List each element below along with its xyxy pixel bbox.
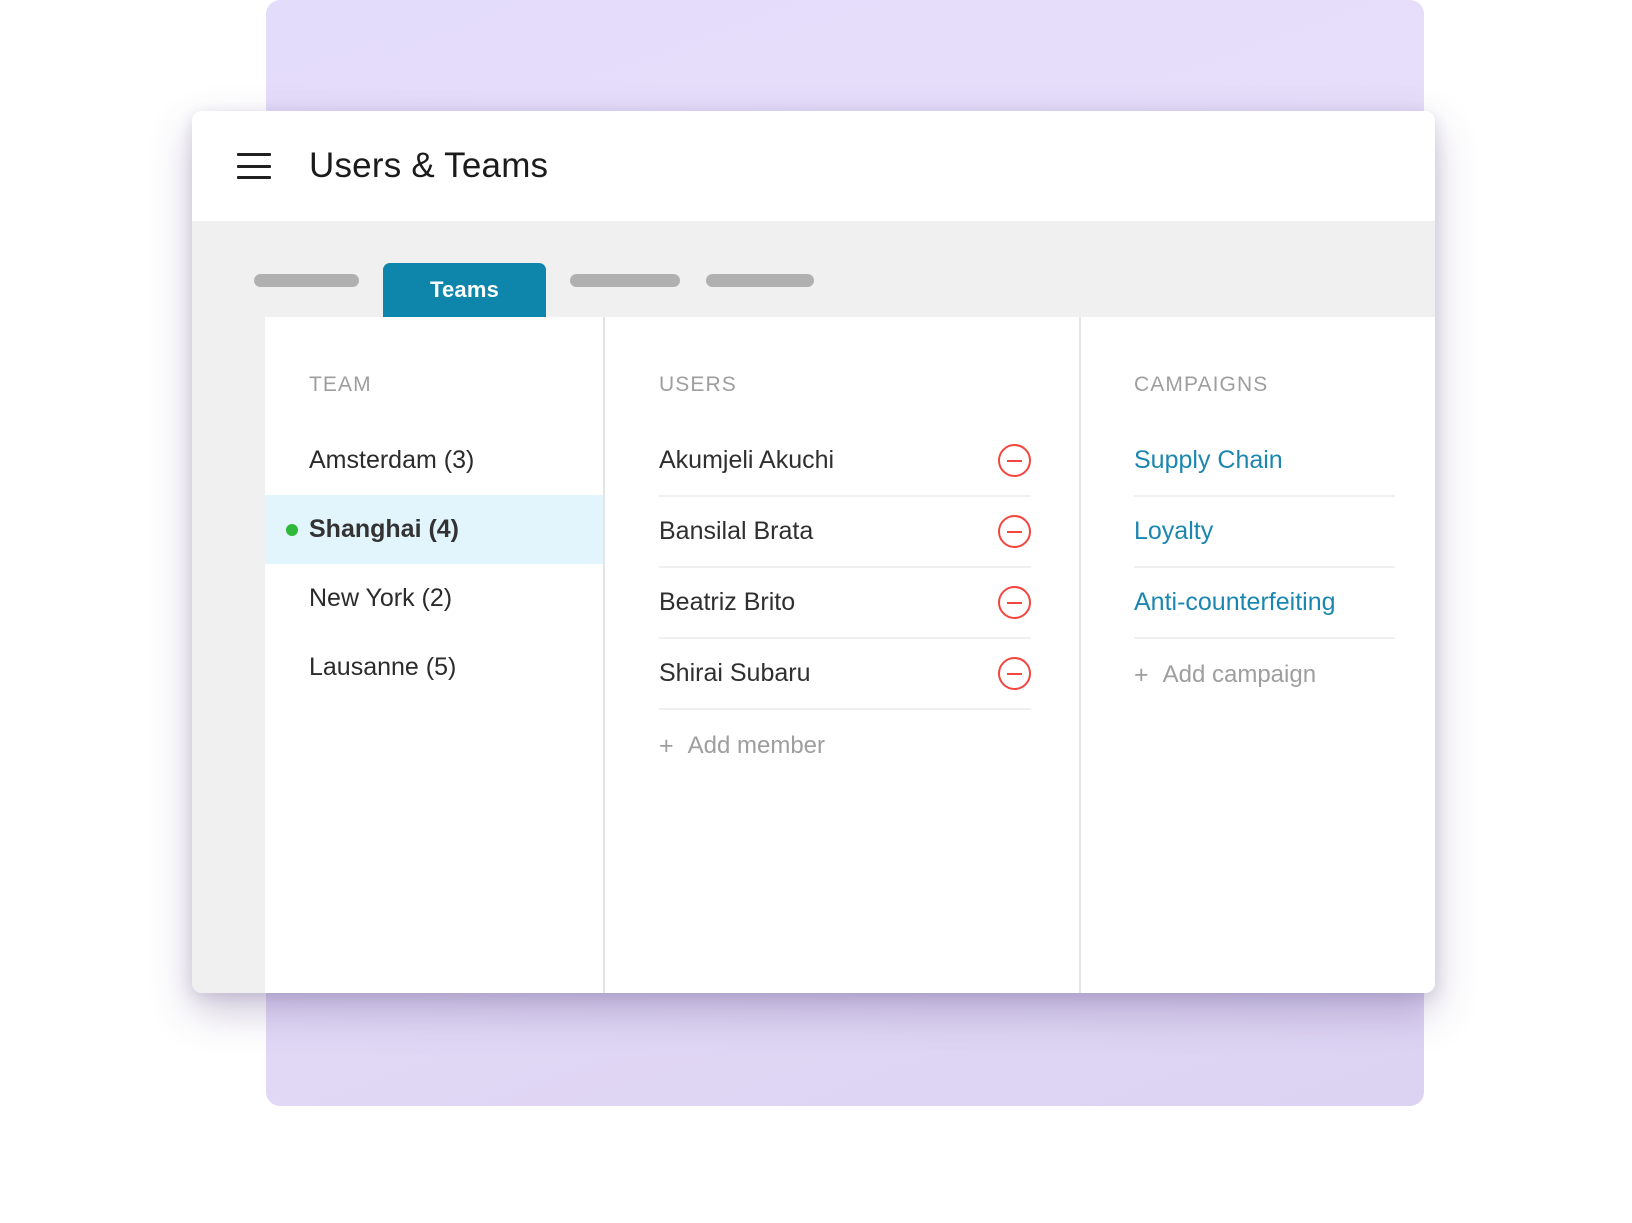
add-member-button[interactable]: + Add member (659, 710, 1031, 782)
users-column: USERS Akumjeli Akuchi Bansilal Brata Bea… (605, 317, 1081, 993)
minus-bar (1007, 673, 1022, 675)
add-campaign-button[interactable]: + Add campaign (1134, 639, 1395, 711)
user-list-item: Shirai Subaru (659, 639, 1031, 710)
team-list-item-new-york[interactable]: New York (2) (265, 564, 603, 633)
hamburger-menu-icon[interactable] (237, 153, 271, 179)
campaign-link-anti-counterfeiting[interactable]: Anti-counterfeiting (1134, 588, 1336, 617)
team-name-label: Lausanne (5) (309, 653, 456, 682)
three-column-surface: TEAM Amsterdam (3) Shanghai (4) New York… (265, 317, 1435, 993)
users-column-header: USERS (659, 373, 1031, 397)
circle-minus-icon[interactable] (998, 444, 1031, 477)
user-name-label: Akumjeli Akuchi (659, 446, 834, 475)
team-list-item-shanghai[interactable]: Shanghai (4) (265, 495, 603, 564)
hamburger-line (237, 176, 271, 179)
page-title: Users & Teams (309, 146, 548, 186)
plus-icon: + (659, 734, 674, 759)
team-name-label: Amsterdam (3) (309, 446, 474, 475)
team-column-header: TEAM (265, 373, 603, 397)
circle-minus-icon[interactable] (998, 515, 1031, 548)
user-name-label: Beatriz Brito (659, 588, 795, 617)
plus-icon: + (1134, 663, 1149, 688)
team-list-item-amsterdam[interactable]: Amsterdam (3) (265, 426, 603, 495)
user-list-item: Beatriz Brito (659, 568, 1031, 639)
campaigns-column-header: CAMPAIGNS (1134, 373, 1395, 397)
tab-placeholder-1[interactable] (254, 274, 359, 287)
hamburger-line (237, 165, 271, 168)
add-member-label: Add member (688, 732, 825, 760)
app-header-bar: Users & Teams (192, 111, 1435, 221)
minus-bar (1007, 460, 1022, 462)
team-list-item-lausanne[interactable]: Lausanne (5) (265, 633, 603, 702)
team-name-label: Shanghai (4) (309, 515, 459, 544)
user-name-label: Shirai Subaru (659, 659, 810, 688)
campaign-link-supply-chain[interactable]: Supply Chain (1134, 446, 1283, 475)
user-name-label: Bansilal Brata (659, 517, 813, 546)
tab-content-area: TEAM Amsterdam (3) Shanghai (4) New York… (192, 317, 1435, 993)
campaign-link-loyalty[interactable]: Loyalty (1134, 517, 1213, 546)
team-column: TEAM Amsterdam (3) Shanghai (4) New York… (265, 317, 605, 993)
minus-bar (1007, 531, 1022, 533)
tab-placeholder-3[interactable] (706, 274, 814, 287)
active-status-dot-icon (286, 524, 298, 536)
campaigns-column: CAMPAIGNS Supply Chain Loyalty Anti-coun… (1081, 317, 1435, 993)
campaign-list-item: Loyalty (1134, 497, 1395, 568)
campaign-list-item: Supply Chain (1134, 426, 1395, 497)
team-name-label: New York (2) (309, 584, 452, 613)
user-list-item: Akumjeli Akuchi (659, 426, 1031, 497)
user-list-item: Bansilal Brata (659, 497, 1031, 568)
tab-teams[interactable]: Teams (383, 263, 546, 317)
add-campaign-label: Add campaign (1163, 661, 1316, 689)
hamburger-line (237, 153, 271, 156)
tab-bar: Teams (192, 221, 1435, 317)
tab-placeholder-2[interactable] (570, 274, 680, 287)
application-window: Users & Teams Teams TEAM Amsterdam (3) S… (192, 111, 1435, 993)
circle-minus-icon[interactable] (998, 586, 1031, 619)
campaign-list-item: Anti-counterfeiting (1134, 568, 1395, 639)
circle-minus-icon[interactable] (998, 657, 1031, 690)
minus-bar (1007, 602, 1022, 604)
